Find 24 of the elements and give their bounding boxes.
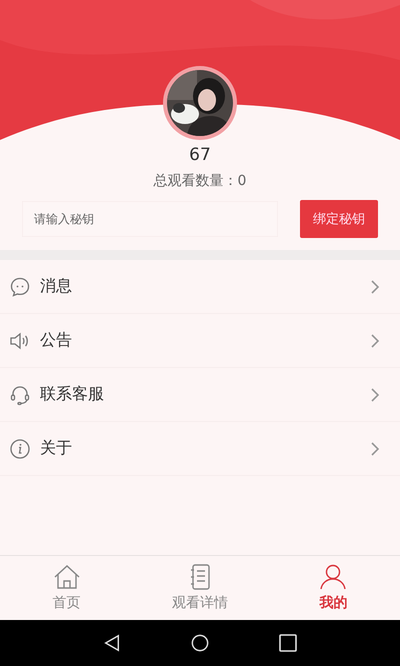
menu-item[interactable]: 关于 (0, 422, 400, 476)
chat-bubble-icon (9, 276, 31, 298)
nav-tab[interactable]: 我的 (266, 556, 400, 620)
menu-label: 消息 (40, 276, 73, 297)
user-name: 67 (189, 144, 211, 166)
menu-item[interactable]: 消息 (0, 260, 400, 314)
back-icon[interactable] (103, 634, 121, 652)
menu-label: 公告 (40, 330, 73, 351)
home-icon (52, 564, 81, 590)
menu-item[interactable]: 联系客服 (0, 368, 400, 422)
info-icon (9, 438, 31, 460)
menu-item[interactable]: 公告 (0, 314, 400, 368)
recent-apps-icon[interactable] (279, 634, 297, 652)
view-count: 总观看数量：0 (154, 172, 246, 190)
chevron-right-icon (370, 278, 380, 294)
key-input-field[interactable]: 请输入秘钥 (22, 201, 278, 237)
home-icon[interactable] (191, 634, 209, 652)
menu-label: 联系客服 (40, 384, 105, 405)
person-icon (319, 564, 348, 590)
headset-icon (9, 384, 31, 406)
menu-label: 关于 (40, 438, 73, 459)
chevron-right-icon (370, 332, 380, 348)
chevron-right-icon (370, 440, 380, 456)
chevron-right-icon (370, 386, 380, 402)
